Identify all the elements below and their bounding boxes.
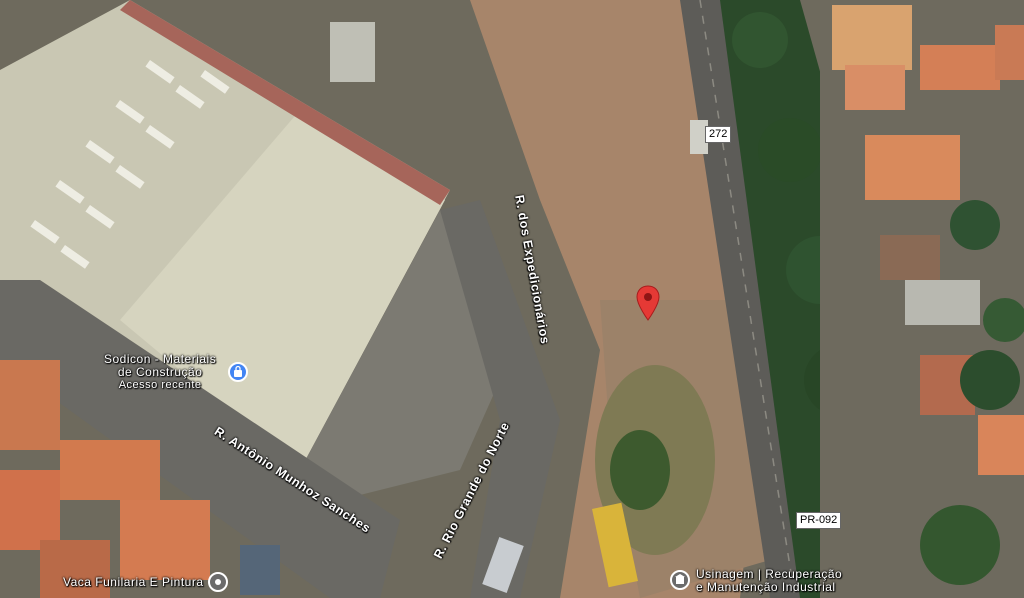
poi-vaca-funilaria[interactable]: Vaca Funilaria E Pintura: [63, 576, 204, 589]
poi-sodicon-sub: Acesso recente: [118, 379, 202, 391]
place-icon[interactable]: [208, 572, 228, 592]
road-shield-272: 272: [705, 126, 732, 143]
road-shield-pr092: PR-092: [796, 512, 842, 529]
poi-usinagem[interactable]: Usinagem | Recuperação e Manutenção Indu…: [696, 568, 842, 594]
building-icon[interactable]: [670, 570, 690, 590]
satellite-imagery: [0, 0, 1024, 598]
poi-sodicon[interactable]: Sodicon - Materiais de Construção Acesso…: [104, 353, 216, 392]
shopping-bag-icon[interactable]: [228, 362, 248, 382]
location-pin-icon[interactable]: [636, 285, 660, 321]
poi-sodicon-line2: de Construção: [117, 365, 203, 379]
poi-usinagem-line2: e Manutenção Industrial: [696, 580, 836, 594]
satellite-map[interactable]: R. dos Expedicionários R. Antônio Munhoz…: [0, 0, 1024, 598]
